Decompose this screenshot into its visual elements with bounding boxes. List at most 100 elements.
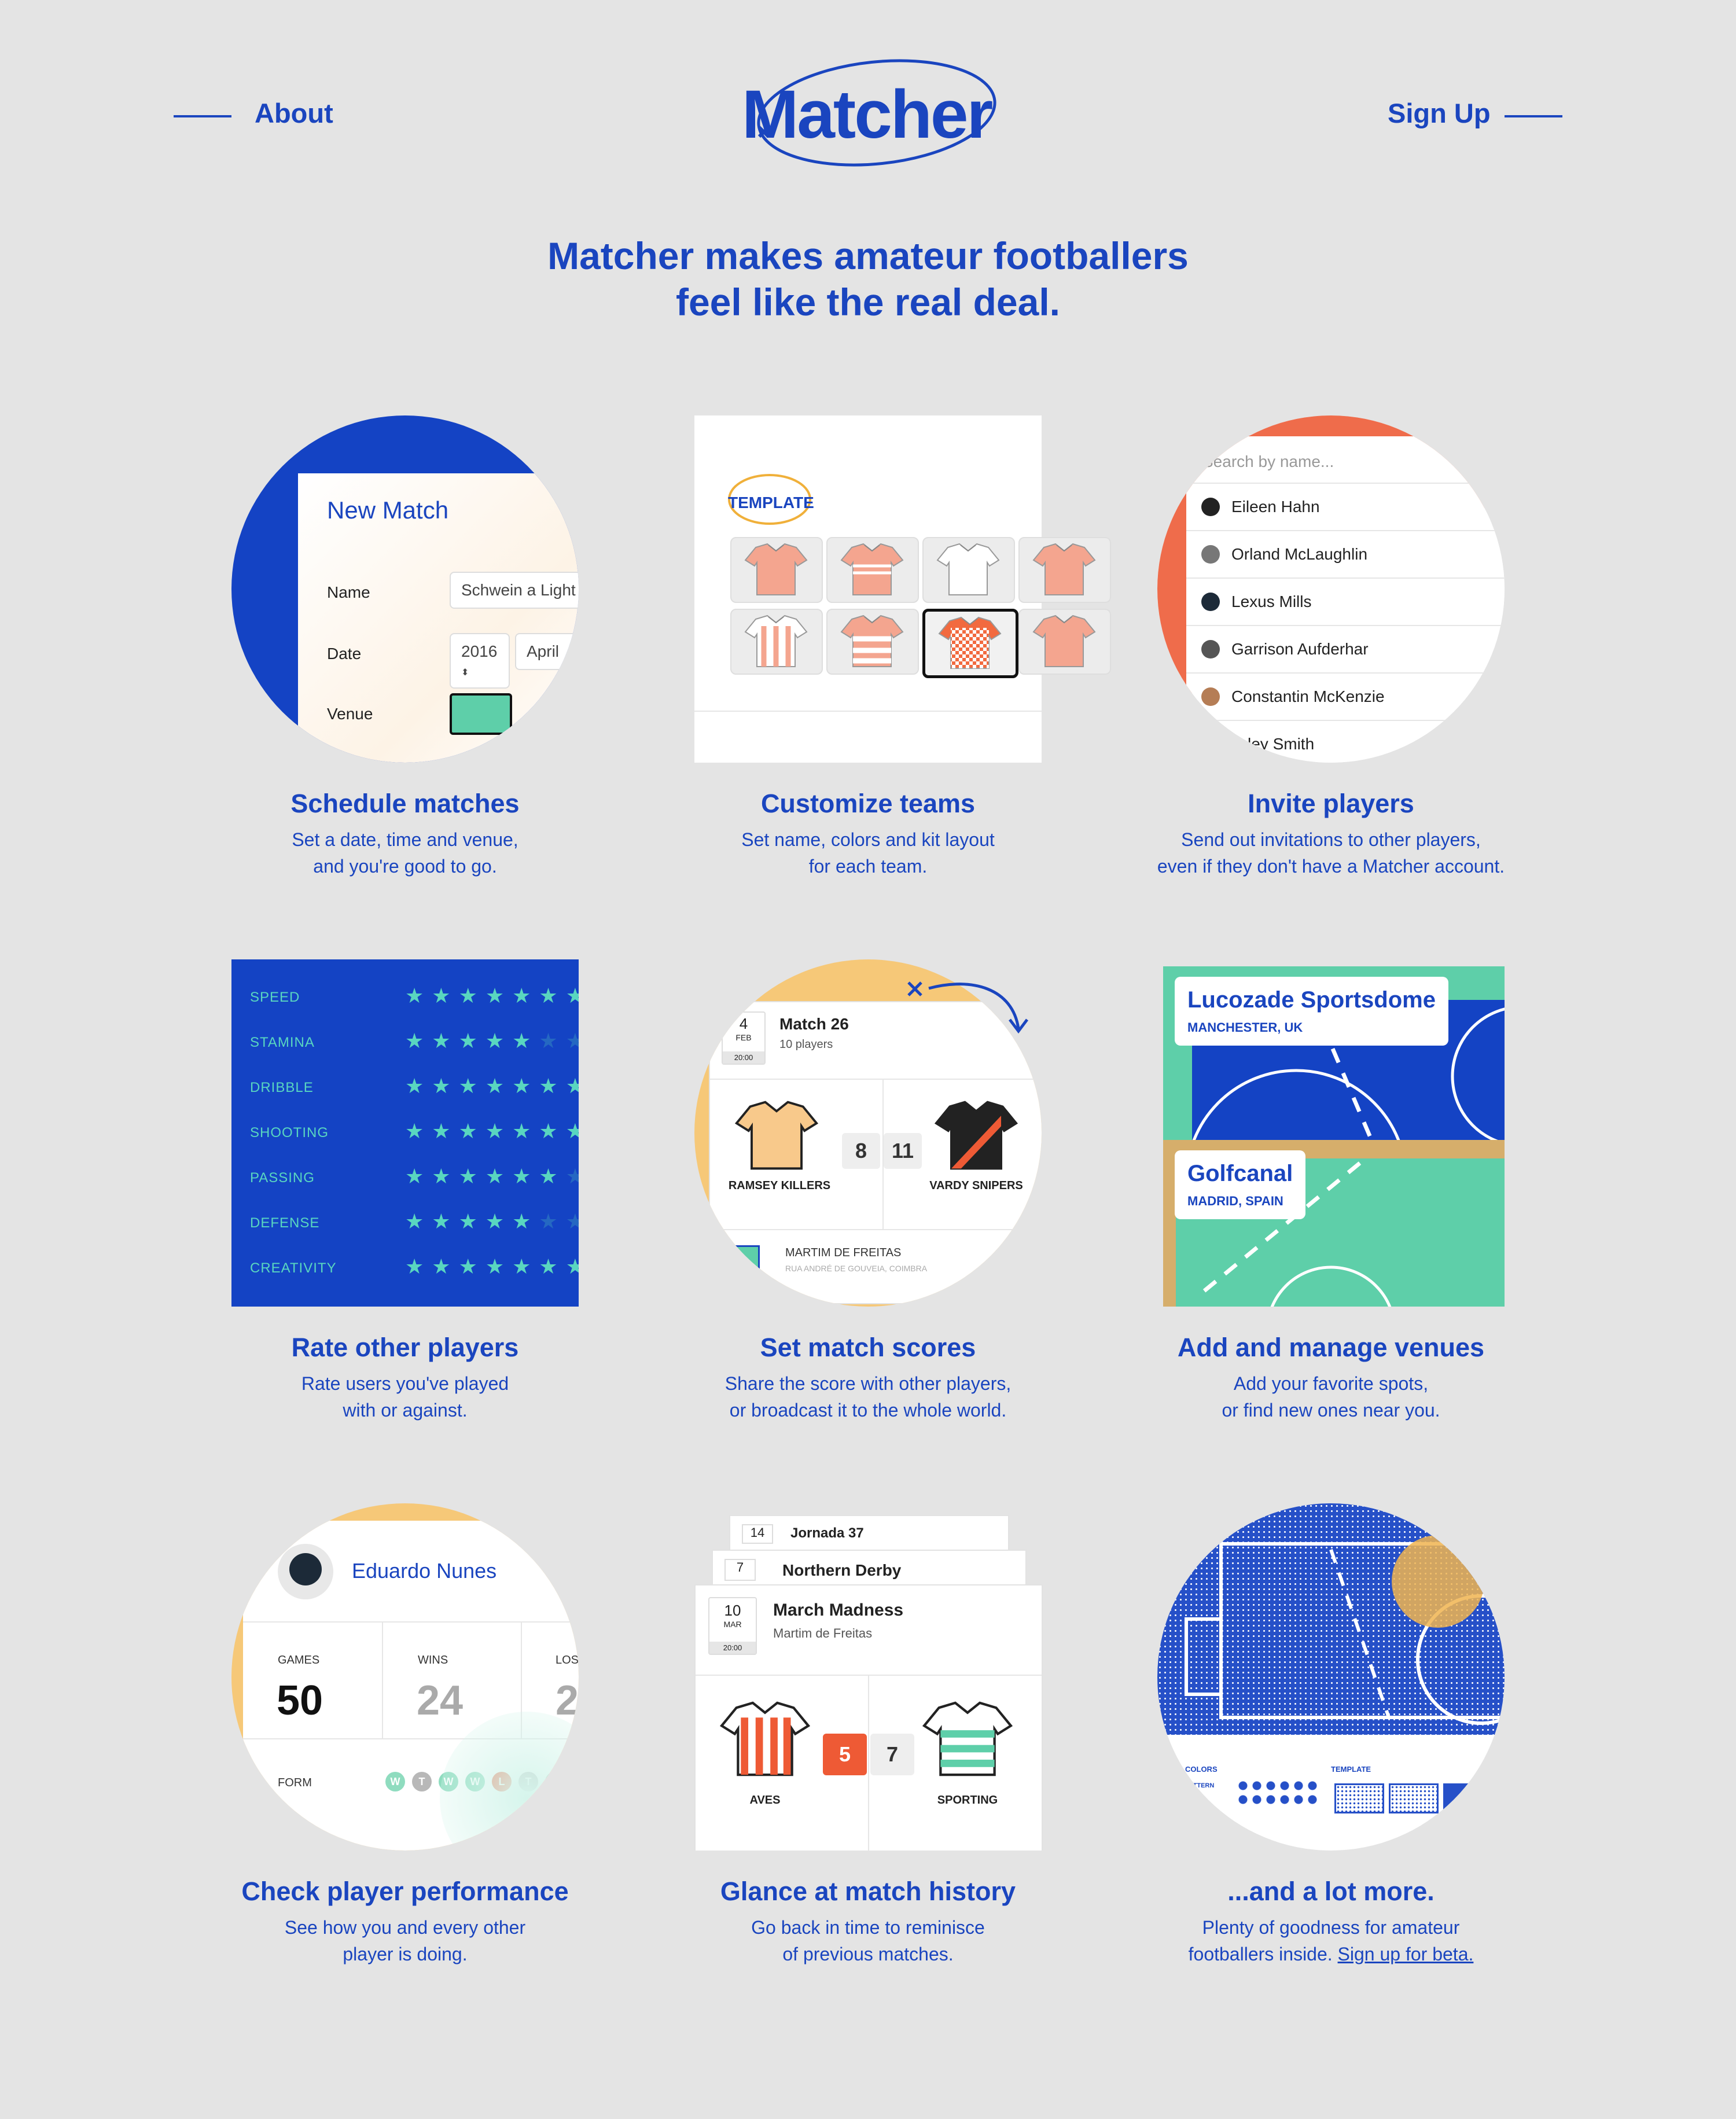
- star-icon[interactable]: ★: [459, 1074, 486, 1098]
- kit-option-selected[interactable]: [922, 609, 1018, 678]
- player-row[interactable]: Lexus Mills: [1186, 577, 1505, 625]
- template-swatch[interactable]: [1443, 1783, 1493, 1813]
- kit-option[interactable]: [826, 609, 919, 675]
- signup-link[interactable]: Sign Up: [1388, 97, 1491, 129]
- player-row[interactable]: Garrison Aufderhar: [1186, 625, 1505, 672]
- away-team-name: VARDY SNIPERS: [929, 1179, 1023, 1192]
- star-icon[interactable]: ★: [512, 1074, 539, 1098]
- star-icon[interactable]: ★: [486, 1119, 512, 1143]
- star-icon[interactable]: ★: [486, 1074, 512, 1098]
- star-rating[interactable]: ★★★★★★★: [405, 984, 579, 1008]
- star-icon[interactable]: ★: [566, 1164, 579, 1188]
- shirt-icon: [840, 543, 904, 595]
- star-icon[interactable]: ★: [459, 1029, 486, 1053]
- star-icon[interactable]: ★: [566, 1029, 579, 1053]
- star-icon[interactable]: ★: [539, 1209, 565, 1233]
- star-icon[interactable]: ★: [539, 1164, 565, 1188]
- star-icon[interactable]: ★: [405, 1209, 432, 1233]
- star-icon[interactable]: ★: [539, 984, 565, 1007]
- avatar: [1201, 640, 1220, 658]
- star-icon[interactable]: ★: [512, 1164, 539, 1188]
- star-icon[interactable]: ★: [432, 1255, 458, 1278]
- star-rating[interactable]: ★★★★★★★: [405, 1119, 579, 1143]
- about-rule: [174, 115, 231, 117]
- star-icon[interactable]: ★: [566, 1074, 579, 1098]
- star-icon[interactable]: ★: [459, 984, 486, 1007]
- kit-option[interactable]: [730, 609, 823, 675]
- star-icon[interactable]: ★: [486, 1255, 512, 1278]
- venue-pitch-thumbnail[interactable]: [450, 693, 512, 735]
- player-name: …ley Smith: [1231, 735, 1315, 753]
- star-icon[interactable]: ★: [405, 1164, 432, 1188]
- player-row[interactable]: Constantin McKenzie: [1186, 672, 1505, 720]
- star-icon[interactable]: ★: [566, 1255, 579, 1278]
- player-row[interactable]: Orland McLaughlin: [1186, 530, 1505, 577]
- venue-label-1[interactable]: Lucozade Sportsdome MANCHESTER, UK: [1175, 977, 1448, 1046]
- star-icon[interactable]: ★: [432, 1164, 458, 1188]
- star-icon[interactable]: ★: [486, 984, 512, 1007]
- star-icon[interactable]: ★: [459, 1119, 486, 1143]
- search-input[interactable]: Search by name...: [1186, 436, 1505, 483]
- logo[interactable]: Matcher: [735, 58, 1001, 174]
- star-rating[interactable]: ★★★★★★★: [405, 1255, 579, 1279]
- star-icon[interactable]: ★: [486, 1164, 512, 1188]
- kit-option[interactable]: [826, 537, 919, 603]
- star-icon[interactable]: ★: [539, 1029, 565, 1053]
- away-kit-icon: [922, 1701, 1013, 1776]
- venue-label-2[interactable]: Golfcanal MADRID, SPAIN: [1175, 1150, 1306, 1219]
- star-icon[interactable]: ★: [432, 1119, 458, 1143]
- star-icon[interactable]: ★: [539, 1074, 565, 1098]
- star-icon[interactable]: ★: [566, 984, 579, 1007]
- star-rating[interactable]: ★★★★★★★: [405, 1074, 579, 1098]
- player-search-list: Search by name... Eileen Hahn Orland McLa…: [1186, 436, 1505, 763]
- star-icon[interactable]: ★: [539, 1119, 565, 1143]
- star-icon[interactable]: ★: [405, 1119, 432, 1143]
- star-icon[interactable]: ★: [459, 1164, 486, 1188]
- star-rating[interactable]: ★★★★★★★: [405, 1164, 579, 1189]
- star-icon[interactable]: ★: [432, 1074, 458, 1098]
- star-icon[interactable]: ★: [486, 1209, 512, 1233]
- invite-visual: Search by name... Eileen Hahn Orland McLa…: [1157, 415, 1505, 763]
- template-swatch[interactable]: [1389, 1783, 1439, 1813]
- attribute-label: PASSING: [250, 1170, 315, 1186]
- star-icon[interactable]: ★: [486, 1029, 512, 1053]
- star-icon[interactable]: ★: [459, 1209, 486, 1233]
- month-select[interactable]: April: [515, 633, 579, 670]
- name-label: Name: [327, 583, 370, 601]
- kit-option[interactable]: [922, 537, 1015, 603]
- star-icon[interactable]: ★: [405, 1255, 432, 1278]
- player-name: Eileen Hahn: [1231, 498, 1320, 516]
- star-icon[interactable]: ★: [512, 984, 539, 1007]
- feature-title: Invite players: [1248, 789, 1414, 818]
- star-icon[interactable]: ★: [459, 1255, 486, 1278]
- divider: [868, 1676, 869, 1851]
- star-icon[interactable]: ★: [512, 1209, 539, 1233]
- color-swatches[interactable]: [1236, 1779, 1317, 1808]
- match-name-input[interactable]: Schwein a Light: [450, 572, 579, 609]
- player-row[interactable]: Eileen Hahn: [1186, 483, 1505, 530]
- about-link[interactable]: About: [255, 97, 333, 129]
- star-icon[interactable]: ★: [405, 984, 432, 1007]
- star-icon[interactable]: ★: [566, 1119, 579, 1143]
- star-icon[interactable]: ★: [432, 1209, 458, 1233]
- star-icon[interactable]: ★: [539, 1255, 565, 1278]
- star-icon[interactable]: ★: [432, 984, 458, 1007]
- kit-option[interactable]: [730, 537, 823, 603]
- star-icon[interactable]: ★: [512, 1119, 539, 1143]
- avatar: [278, 1544, 333, 1599]
- template-swatch[interactable]: [1334, 1783, 1384, 1813]
- match-month: MAR: [723, 1620, 742, 1629]
- star-rating[interactable]: ★★★★★★★: [405, 1209, 579, 1234]
- star-icon[interactable]: ★: [405, 1074, 432, 1098]
- star-icon[interactable]: ★: [512, 1029, 539, 1053]
- star-icon[interactable]: ★: [405, 1029, 432, 1053]
- year-select[interactable]: 2016 ⬍: [450, 633, 510, 689]
- star-rating[interactable]: ★★★★★★★: [405, 1029, 579, 1053]
- player-row[interactable]: …ley Smith: [1186, 720, 1505, 763]
- signup-beta-link[interactable]: Sign up for beta.: [1338, 1944, 1474, 1965]
- schedule-circle: New Match Name Schwein a Light Date 2016…: [231, 415, 579, 763]
- star-icon[interactable]: ★: [432, 1029, 458, 1053]
- history-card-main[interactable]: 10 MAR 20:00 March Madness Martim de Fre…: [694, 1584, 1043, 1851]
- star-icon[interactable]: ★: [512, 1255, 539, 1278]
- star-icon[interactable]: ★: [566, 1209, 579, 1233]
